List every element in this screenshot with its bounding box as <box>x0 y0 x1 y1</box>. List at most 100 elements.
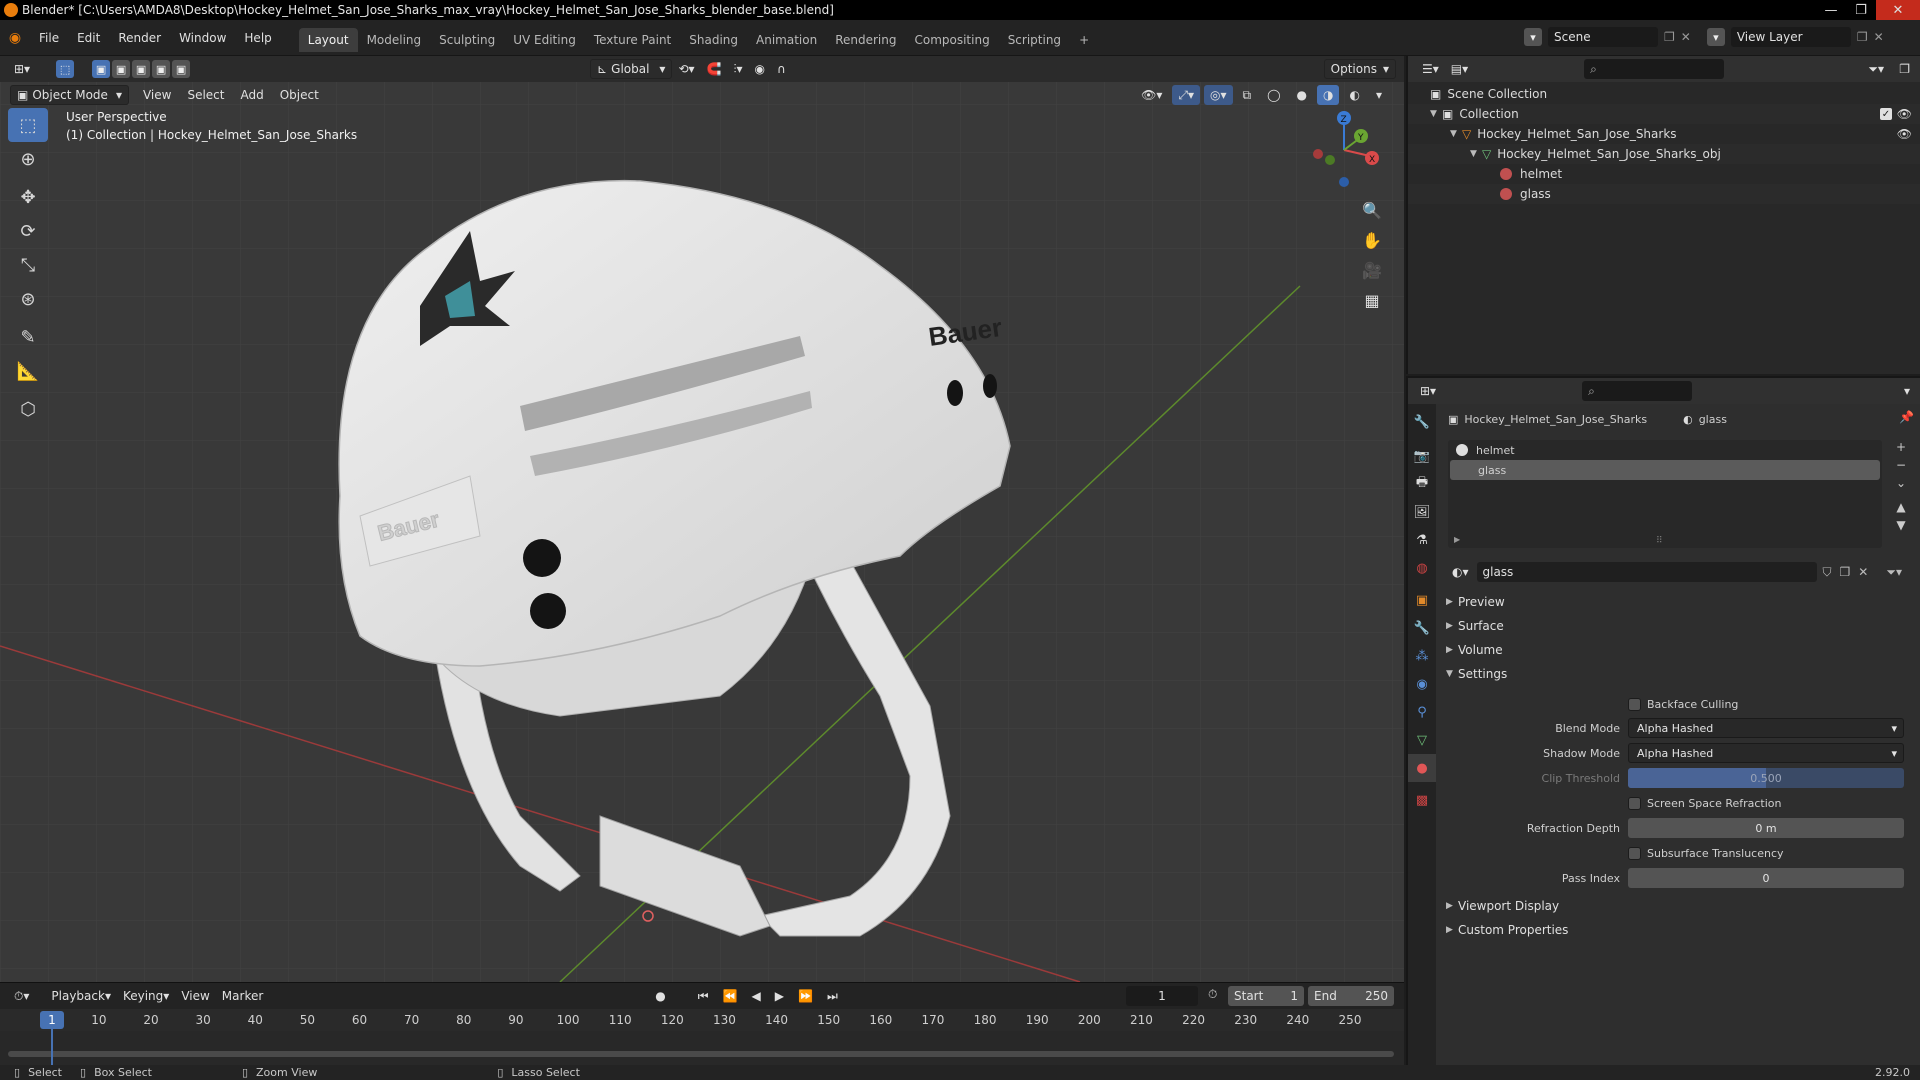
display-mode-icon[interactable]: ▤▾ <box>1445 59 1474 79</box>
pin-icon[interactable]: 📌 <box>1899 410 1914 424</box>
tab-scripting[interactable]: Scripting <box>999 28 1070 52</box>
shading-material-icon[interactable]: ◑ <box>1317 85 1340 105</box>
menu-render[interactable]: Render <box>109 20 170 56</box>
select-mode-subtract-icon[interactable]: ▣ <box>132 60 151 78</box>
rotate-tool-icon[interactable]: ⟳ <box>8 214 48 248</box>
falloff-icon[interactable]: ∩ <box>771 59 792 79</box>
visibility-icon[interactable]: 👁▾ <box>1135 85 1168 105</box>
navigation-gizmo[interactable]: Z X Y <box>1304 108 1384 192</box>
cursor-tool-icon[interactable]: ⊕ <box>8 142 48 176</box>
viewport-menu-view[interactable]: View <box>137 85 177 105</box>
material-slot-glass[interactable]: glass <box>1450 460 1880 480</box>
move-slot-up-icon[interactable]: ▲ <box>1890 500 1912 518</box>
xray-toggle-icon[interactable]: ⧉ <box>1237 85 1258 105</box>
tab-data-icon[interactable]: ▽ <box>1408 726 1436 754</box>
close-button[interactable]: ✕ <box>1876 0 1920 20</box>
timeline-ruler[interactable]: 1102030405060708090100110120130140150160… <box>0 1009 1404 1031</box>
browse-material-icon[interactable]: ◐▾ <box>1448 562 1473 582</box>
tab-scene-icon[interactable]: ⚗ <box>1408 526 1436 554</box>
visibility-eye-icon[interactable]: 👁 <box>1897 127 1912 141</box>
tab-layout[interactable]: Layout <box>298 27 358 52</box>
tab-uv-editing[interactable]: UV Editing <box>504 28 585 52</box>
end-frame-field[interactable]: End 250 <box>1308 986 1394 1006</box>
refraction-depth-field[interactable]: 0 m <box>1628 818 1904 838</box>
expand-arrow-icon[interactable]: ▼ <box>1470 149 1482 159</box>
backface-culling-checkbox[interactable] <box>1628 697 1641 711</box>
material-slot-helmet[interactable]: helmet <box>1448 440 1882 460</box>
view-layer-field[interactable]: View Layer <box>1730 27 1851 47</box>
minimize-button[interactable]: — <box>1816 0 1846 20</box>
material-name-field[interactable]: glass <box>1476 562 1817 582</box>
camera-view-icon[interactable]: 🎥 <box>1358 256 1386 284</box>
play-icon[interactable]: ▶ <box>769 986 790 1006</box>
outliner-row-mesh[interactable]: ▼ ▽ Hockey_Helmet_San_Jose_Sharks_obj <box>1408 144 1920 164</box>
snap-icon[interactable]: 🧲 <box>701 59 728 79</box>
move-tool-icon[interactable]: ✥ <box>8 180 48 214</box>
shadow-mode-select[interactable]: Alpha Hashed ▾ <box>1628 743 1904 763</box>
tab-output-icon[interactable]: 🖶 <box>1408 470 1436 498</box>
pass-index-field[interactable]: 0 <box>1628 868 1904 888</box>
tab-sculpting[interactable]: Sculpting <box>430 28 504 52</box>
measure-tool-icon[interactable]: 📐 <box>8 354 48 388</box>
viewport-menu-object[interactable]: Object <box>274 85 325 105</box>
timeline-menu-keying[interactable]: Keying ▾ <box>117 986 175 1006</box>
panel-settings[interactable]: ▼ Settings <box>1438 662 1920 686</box>
tab-physics-icon[interactable]: ◉ <box>1408 670 1436 698</box>
properties-search-input[interactable]: ⌕ <box>1582 381 1693 401</box>
timeline-menu-marker[interactable]: Marker <box>216 986 269 1006</box>
tab-material-icon[interactable]: ● <box>1408 754 1436 782</box>
delete-scene-icon[interactable]: ✕ <box>1681 30 1691 44</box>
outliner-row-object[interactable]: ▼ ▽ Hockey_Helmet_San_Jose_Sharks 👁 <box>1408 124 1920 144</box>
panel-preview[interactable]: ▶ Preview <box>1438 590 1920 614</box>
start-frame-field[interactable]: Start 1 <box>1228 986 1304 1006</box>
outliner-editor-type-icon[interactable]: ☰▾ <box>1416 59 1445 79</box>
menu-help[interactable]: Help <box>235 20 280 56</box>
timeline-menu-view[interactable]: View <box>175 986 215 1006</box>
duplicate-material-icon[interactable]: ❐ <box>1840 565 1851 579</box>
panel-viewport-display[interactable]: ▶ Viewport Display <box>1438 894 1920 918</box>
panel-custom-properties[interactable]: ▶ Custom Properties <box>1438 918 1920 942</box>
menu-edit[interactable]: Edit <box>68 20 109 56</box>
outliner-row-scene-collection[interactable]: ▣ Scene Collection <box>1408 84 1920 104</box>
playhead-frame-indicator[interactable]: 1 <box>40 1011 64 1029</box>
timeline-track[interactable] <box>0 1031 1404 1066</box>
perspective-toggle-icon[interactable]: ▦ <box>1358 286 1386 314</box>
select-mode-intersect-icon[interactable]: ▣ <box>172 60 191 78</box>
overlay-toggle-icon[interactable]: ◎▾ <box>1204 85 1233 105</box>
tab-rendering[interactable]: Rendering <box>826 28 905 52</box>
tab-view-layer-icon[interactable]: 🖼 <box>1408 498 1436 526</box>
menu-window[interactable]: Window <box>170 20 235 56</box>
fake-user-shield-icon[interactable]: ⛉ <box>1823 565 1832 580</box>
add-workspace-button[interactable]: + <box>1070 28 1098 52</box>
play-reverse-icon[interactable]: ◀ <box>746 986 767 1006</box>
transform-tool-icon[interactable]: ⊛ <box>8 282 48 316</box>
remove-slot-button[interactable]: − <box>1890 458 1912 476</box>
outliner-search-input[interactable]: ⌕ <box>1584 59 1725 79</box>
material-slots-list[interactable]: helmet glass ▶ ⠿ <box>1448 440 1882 548</box>
list-resize-handle[interactable]: ⠿ <box>1656 536 1663 546</box>
outliner-row-collection[interactable]: ▼ ▣ Collection ✓ 👁 <box>1408 104 1920 124</box>
scale-tool-icon[interactable]: ⤡ <box>8 248 48 282</box>
blend-mode-select[interactable]: Alpha Hashed ▾ <box>1628 718 1904 738</box>
jump-keyframe-back-icon[interactable]: ⏪ <box>717 986 744 1006</box>
tab-compositing[interactable]: Compositing <box>905 28 998 52</box>
unlink-material-icon[interactable]: ✕ <box>1858 565 1868 579</box>
timeline-menu-playback[interactable]: Playback ▾ <box>45 986 117 1006</box>
timeline-scrollbar[interactable] <box>8 1051 1394 1057</box>
tab-modeling[interactable]: Modeling <box>358 28 431 52</box>
proportional-editing-icon[interactable]: ◉ <box>749 59 771 79</box>
exclude-checkbox[interactable]: ✓ <box>1880 108 1892 120</box>
properties-editor-type-icon[interactable]: ⊞▾ <box>1414 381 1442 401</box>
jump-keyframe-forward-icon[interactable]: ⏩ <box>792 986 819 1006</box>
3d-viewport[interactable]: Bauer Bauer ⊞▾ ⬚ ▣ ▣ ▣ ▣ ▣ ⊾ Global ▾ ⟲▾ 🧲… <box>0 56 1404 982</box>
annotate-tool-icon[interactable]: ✎ <box>8 320 48 354</box>
pan-hand-icon[interactable]: ✋ <box>1358 226 1386 254</box>
snap-target-icon[interactable]: ⫶▾ <box>727 59 748 79</box>
tab-animation[interactable]: Animation <box>747 28 826 52</box>
editor-type-icon[interactable]: ⊞▾ <box>8 59 36 79</box>
properties-options-icon[interactable]: ▾ <box>1898 381 1916 401</box>
new-scene-icon[interactable]: ❐ <box>1664 30 1675 44</box>
tab-particles-icon[interactable]: ⁂ <box>1408 642 1436 670</box>
options-dropdown[interactable]: Options ▾ <box>1323 59 1396 79</box>
shading-solid-icon[interactable]: ● <box>1291 85 1313 105</box>
